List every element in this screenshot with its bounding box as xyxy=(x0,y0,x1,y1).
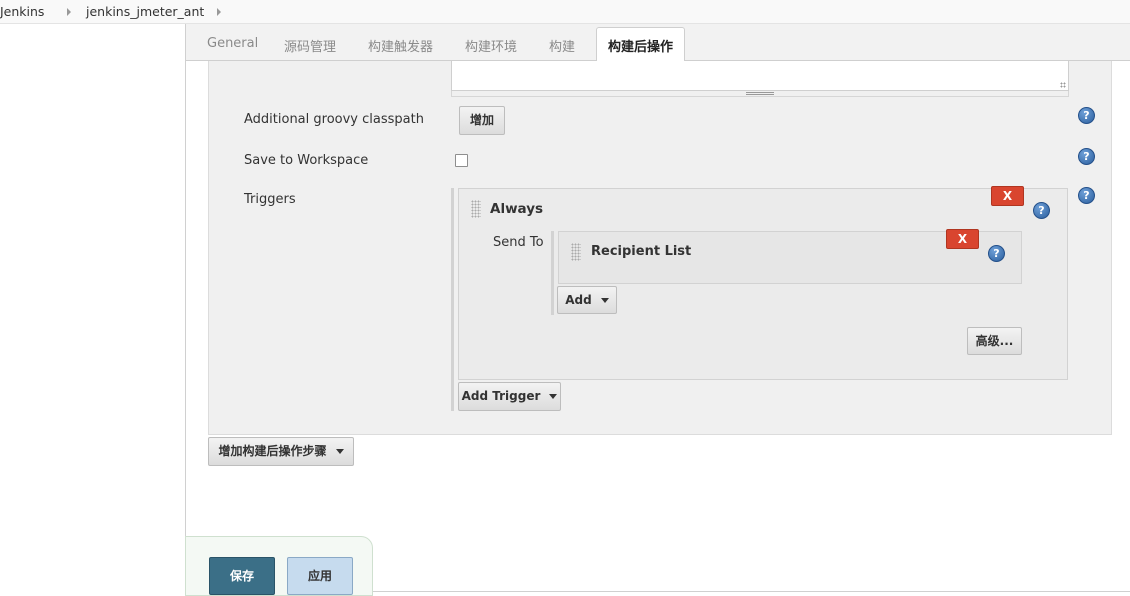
advanced-button[interactable]: 高级... xyxy=(967,327,1022,355)
help-icon[interactable]: ? xyxy=(1033,202,1050,219)
delete-recipient-button[interactable]: X xyxy=(946,229,979,249)
tab-general[interactable]: General xyxy=(207,36,258,51)
add-recipient-button[interactable]: Add xyxy=(557,286,617,314)
drag-handle-icon[interactable] xyxy=(471,200,481,218)
send-to-label: Send To xyxy=(493,235,544,250)
dropdown-caret-icon xyxy=(335,449,344,454)
tab-post-build-actions[interactable]: 构建后操作 xyxy=(596,27,686,62)
send-to-indent-bar xyxy=(551,231,554,315)
tab-build[interactable]: 构建 xyxy=(549,36,575,55)
help-icon[interactable]: ? xyxy=(988,245,1005,262)
help-icon[interactable]: ? xyxy=(1078,107,1095,124)
add-recipient-label: Add xyxy=(565,293,592,307)
tab-build-environment[interactable]: 构建环境 xyxy=(465,36,517,55)
chevron-right-icon[interactable] xyxy=(67,8,71,16)
triggers-indent-bar xyxy=(451,188,454,411)
tab-build-triggers[interactable]: 构建触发器 xyxy=(368,36,433,55)
config-panel: General 源码管理 构建触发器 构建环境 构建 构建后操作 Additio… xyxy=(185,24,1130,592)
dropdown-caret-icon xyxy=(549,394,558,399)
breadcrumb-jenkins[interactable]: Jenkins xyxy=(0,4,44,19)
dropdown-caret-icon xyxy=(600,298,609,303)
add-trigger-button[interactable]: Add Trigger xyxy=(458,382,561,411)
breadcrumb-job[interactable]: jenkins_jmeter_ant xyxy=(86,4,204,19)
add-post-build-step-label: 增加构建后操作步骤 xyxy=(218,444,327,458)
add-classpath-button[interactable]: 增加 xyxy=(459,106,505,135)
script-textarea[interactable] xyxy=(451,61,1069,91)
recipient-list-title: Recipient List xyxy=(591,244,692,259)
add-trigger-label: Add Trigger xyxy=(461,389,541,403)
save-button[interactable]: 保存 xyxy=(209,557,275,595)
help-icon[interactable]: ? xyxy=(1078,187,1095,204)
bottom-action-bar: 保存 应用 xyxy=(185,536,373,596)
tab-source-control[interactable]: 源码管理 xyxy=(284,36,336,55)
help-icon[interactable]: ? xyxy=(1078,148,1095,165)
groovy-classpath-label: Additional groovy classpath xyxy=(244,112,424,127)
apply-button[interactable]: 应用 xyxy=(287,557,353,595)
tab-bar: General 源码管理 构建触发器 构建环境 构建 构建后操作 xyxy=(186,24,1130,62)
chevron-right-icon[interactable] xyxy=(217,8,221,16)
add-post-build-step-button[interactable]: 增加构建后操作步骤 xyxy=(208,437,354,466)
triggers-label: Triggers xyxy=(244,192,296,207)
textarea-resize-bar[interactable] xyxy=(451,91,1069,97)
drag-handle-icon xyxy=(746,92,774,95)
resize-grip-icon[interactable] xyxy=(1060,82,1066,88)
drag-handle-icon[interactable] xyxy=(571,243,581,261)
trigger-title: Always xyxy=(490,201,544,217)
save-to-workspace-label: Save to Workspace xyxy=(244,153,369,168)
delete-trigger-button[interactable]: X xyxy=(991,186,1024,206)
breadcrumb: Jenkins jenkins_jmeter_ant xyxy=(0,0,1130,24)
save-to-workspace-checkbox[interactable] xyxy=(455,154,468,167)
